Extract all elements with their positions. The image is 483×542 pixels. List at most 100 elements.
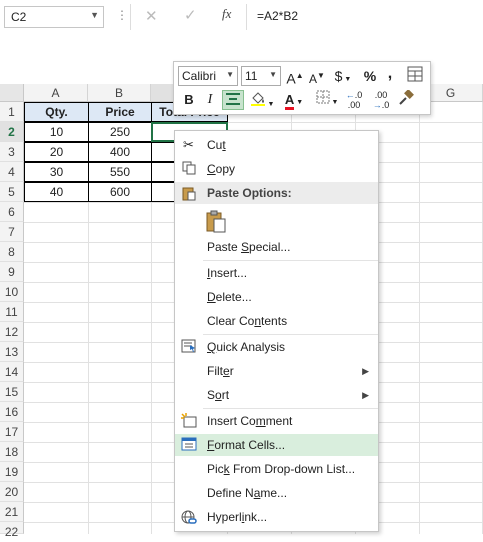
submenu-arrow-icon: ▶ <box>362 366 369 376</box>
hyperlink-icon <box>180 509 197 525</box>
row-header[interactable]: 14 <box>0 362 24 382</box>
table-cell[interactable]: 30 <box>24 162 89 182</box>
table-cell[interactable]: 20 <box>24 142 89 162</box>
font-name-select[interactable]: Calibri ▼ <box>178 66 238 86</box>
column-header-a[interactable]: A <box>24 84 88 102</box>
percent-style-button[interactable]: % <box>361 66 379 86</box>
menu-item-insert[interactable]: Insert... <box>175 262 378 284</box>
decrease-decimal-button[interactable]: .00 →.0 <box>368 90 394 110</box>
menu-item-label: Format Cells... <box>207 438 286 452</box>
fill-color-button[interactable]: ▼ <box>248 90 276 110</box>
menu-item-delete[interactable]: Delete... <box>175 286 378 308</box>
row-header[interactable]: 7 <box>0 222 24 242</box>
row-header[interactable]: 18 <box>0 442 24 462</box>
table-cell[interactable]: 400 <box>88 142 152 162</box>
row-header[interactable]: 22 <box>0 522 24 539</box>
menu-item-format-cells[interactable]: Format Cells... <box>175 434 378 456</box>
currency-button[interactable]: $ ▼ <box>331 66 355 86</box>
row-header[interactable]: 15 <box>0 382 24 402</box>
paste-clipboard-icon <box>206 210 226 233</box>
menu-item-label: Define Name... <box>207 486 288 500</box>
menu-separator <box>203 334 378 335</box>
table-header-cell[interactable]: Qty. <box>24 102 89 122</box>
table-cell[interactable]: 550 <box>88 162 152 182</box>
row-header[interactable]: 13 <box>0 342 24 362</box>
menu-item-label: Sort <box>207 388 230 402</box>
menu-item-filter[interactable]: Filter ▶ <box>175 360 378 382</box>
context-menu: ✂ Cut Copy Paste Options: Paste Special.… <box>174 130 379 532</box>
chevron-down-icon[interactable]: ▼ <box>90 10 99 20</box>
column-header-b[interactable]: B <box>88 84 151 102</box>
table-cell[interactable]: 250 <box>88 122 152 142</box>
italic-button[interactable]: I <box>202 90 218 110</box>
menu-item-hyperlink[interactable]: Hyperlink... <box>175 506 378 528</box>
menu-item-define-name[interactable]: Define Name... <box>175 482 378 504</box>
menu-item-pick-from-list[interactable]: Pick From Drop-down List... <box>175 458 378 480</box>
row-header[interactable]: 8 <box>0 242 24 262</box>
row-header[interactable]: 10 <box>0 282 24 302</box>
menu-item-sort[interactable]: Sort ▶ <box>175 384 378 406</box>
name-box[interactable]: C2 ▼ <box>4 6 104 28</box>
row-header[interactable]: 5 <box>0 182 24 202</box>
row-header[interactable]: 20 <box>0 482 24 502</box>
divider <box>130 4 131 30</box>
divider <box>246 4 247 30</box>
insert-function-icon[interactable]: fx <box>222 6 231 22</box>
row-header[interactable]: 1 <box>0 102 24 122</box>
font-color-icon: A <box>284 93 295 110</box>
menu-item-cut[interactable]: ✂ Cut <box>175 134 378 156</box>
decrease-decimal-icon: .00 <box>374 90 388 100</box>
decrease-font-size-button[interactable]: A▼ <box>308 66 326 86</box>
bold-button[interactable]: B <box>180 90 198 110</box>
row-header[interactable]: 9 <box>0 262 24 282</box>
scissors-icon: ✂ <box>183 137 194 152</box>
paste-button[interactable] <box>205 209 231 235</box>
row-header[interactable]: 12 <box>0 322 24 342</box>
table-cell[interactable]: 40 <box>24 182 89 202</box>
comma-style-button[interactable]: , <box>384 64 396 84</box>
enter-check-icon[interactable]: ✓ <box>184 6 197 24</box>
row-header[interactable]: 16 <box>0 402 24 422</box>
menu-item-label: Insert Comment <box>207 414 293 428</box>
font-size-select[interactable]: 11 ▼ <box>241 66 281 86</box>
borders-button[interactable]: ▼ <box>314 90 340 110</box>
table-header-cell[interactable]: Price <box>88 102 152 122</box>
row-header[interactable]: 6 <box>0 202 24 222</box>
row-header[interactable]: 17 <box>0 422 24 442</box>
chevron-down-icon: ▼ <box>226 70 234 79</box>
menu-item-clear-contents[interactable]: Clear Contents <box>175 310 378 332</box>
row-header[interactable]: 11 <box>0 302 24 322</box>
increase-decimal-button[interactable]: ←.0.00 <box>342 90 366 110</box>
table-cell[interactable]: 600 <box>88 182 152 202</box>
row-header[interactable]: 4 <box>0 162 24 182</box>
chevron-down-icon: ▼ <box>269 70 277 79</box>
menu-item-insert-comment[interactable]: Insert Comment <box>175 410 378 432</box>
menu-item-paste-special[interactable]: Paste Special... <box>175 236 378 258</box>
menu-item-quick-analysis[interactable]: Quick Analysis <box>175 336 378 358</box>
increase-font-icon: A <box>286 70 296 87</box>
format-painter-icon <box>399 89 414 105</box>
menu-item-label: Filter <box>207 364 234 378</box>
font-size-value: 11 <box>245 69 258 83</box>
cancel-icon[interactable]: ✕ <box>145 7 158 25</box>
paste-options-header: Paste Options: <box>175 182 378 204</box>
align-center-icon <box>226 93 240 105</box>
format-painter-table-icon[interactable] <box>405 66 425 86</box>
menu-item-label: Hyperlink... <box>207 510 268 524</box>
decrease-font-icon: A <box>309 72 318 86</box>
format-painter-button[interactable] <box>396 89 416 110</box>
table-cell[interactable]: 10 <box>24 122 89 142</box>
row-header[interactable]: 19 <box>0 462 24 482</box>
formula-input[interactable]: =A2*B2 <box>257 9 298 23</box>
menu-item-label: Clear Contents <box>207 314 288 328</box>
font-color-button[interactable]: A ▼ <box>280 90 308 110</box>
increase-font-size-button[interactable]: A▲ <box>286 66 304 87</box>
row-header[interactable]: 2 <box>0 122 24 142</box>
menu-item-copy[interactable]: Copy <box>175 158 378 180</box>
center-align-button[interactable] <box>222 90 244 110</box>
menu-item-label: Delete... <box>207 290 252 304</box>
row-header[interactable]: 21 <box>0 502 24 522</box>
row-header[interactable]: 3 <box>0 142 24 162</box>
select-all-corner[interactable] <box>0 84 24 102</box>
paste-options-label: Paste Options: <box>207 186 292 200</box>
